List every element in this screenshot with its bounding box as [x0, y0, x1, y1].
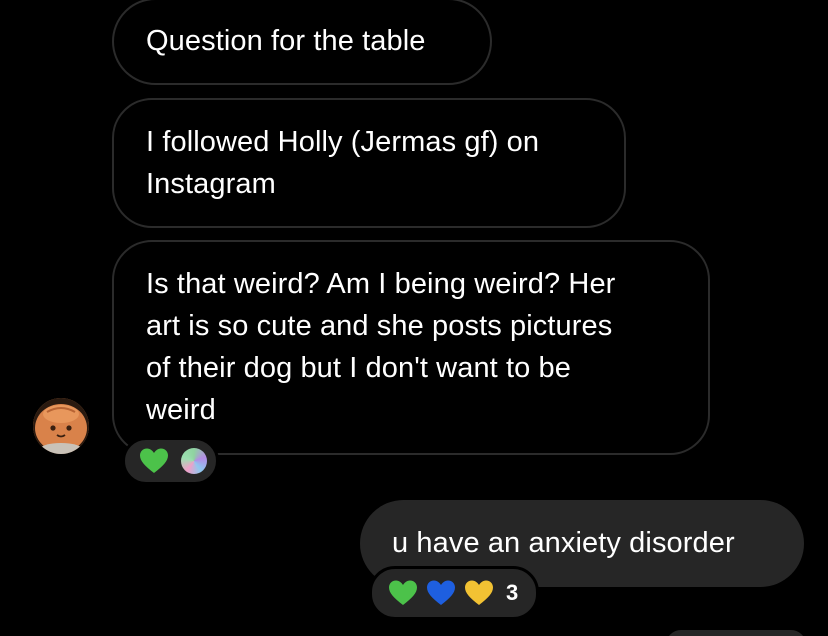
message-bubble-incoming[interactable]: I followed Holly (Jermas gf) on Instagra… — [112, 98, 626, 228]
message-text: Question for the table — [146, 25, 426, 57]
message-reactions[interactable] — [122, 437, 219, 485]
iridescent-orb-icon — [181, 448, 207, 474]
reaction-count: 3 — [506, 580, 519, 605]
sender-avatar[interactable] — [33, 398, 89, 454]
green-heart-icon — [388, 579, 418, 607]
avatar-image — [33, 398, 89, 454]
message-text: Instagram — [146, 168, 276, 200]
green-heart-icon — [139, 447, 169, 475]
message-reactions[interactable]: 3 — [369, 566, 539, 620]
message-bubble-incoming[interactable]: Question for the table — [112, 0, 492, 85]
message-text: art is so cute and she posts pictures — [146, 310, 613, 342]
blue-heart-icon — [426, 579, 456, 607]
message-text: u have an anxiety disorder — [392, 527, 735, 559]
yellow-heart-icon — [464, 579, 494, 607]
message-text: weird — [146, 394, 216, 426]
message-bubble-incoming[interactable]: Is that weird? Am I being weird? Her art… — [112, 240, 710, 455]
message-text: I followed Holly (Jermas gf) on — [146, 126, 540, 158]
message-text: Is that weird? Am I being weird? Her — [146, 268, 616, 300]
message-bubble-partial[interactable] — [666, 630, 806, 636]
chat-thread: Question for the table I followed Holly … — [0, 0, 828, 636]
message-text: of their dog but I don't want to be — [146, 352, 571, 384]
